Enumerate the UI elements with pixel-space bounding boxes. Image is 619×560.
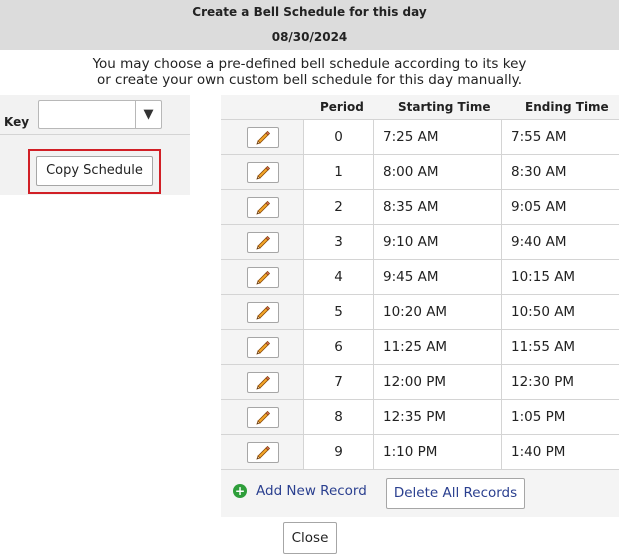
key-select[interactable]: ▼ xyxy=(38,100,162,129)
pencil-icon xyxy=(255,234,272,251)
copy-schedule-button[interactable]: Copy Schedule xyxy=(36,156,153,186)
chevron-down-icon[interactable]: ▼ xyxy=(135,101,161,128)
period-cell: 2 xyxy=(303,190,373,224)
period-cell: 3 xyxy=(303,225,373,259)
ending-time-cell: 10:50 AM xyxy=(501,295,619,329)
pencil-icon xyxy=(255,339,272,356)
starting-time-cell: 9:10 AM xyxy=(373,225,501,259)
add-new-record-label: Add New Record xyxy=(256,483,367,499)
table-row: 8 12:35 PM 1:05 PM xyxy=(221,400,619,435)
plus-circle-icon: + xyxy=(233,484,247,498)
starting-time-cell: 12:00 PM xyxy=(373,365,501,399)
edit-row-button[interactable] xyxy=(247,197,279,218)
pencil-icon xyxy=(255,374,272,391)
delete-all-records-button[interactable]: Delete All Records xyxy=(386,478,525,509)
grid-actions: + Add New Record Delete All Records xyxy=(221,471,619,517)
ending-time-cell: 1:40 PM xyxy=(501,435,619,469)
pencil-icon xyxy=(255,409,272,426)
pencil-icon xyxy=(255,129,272,146)
period-cell: 5 xyxy=(303,295,373,329)
edit-row-button[interactable] xyxy=(247,302,279,323)
intro-line-1: You may choose a pre-defined bell schedu… xyxy=(92,56,527,72)
ending-time-cell: 9:40 AM xyxy=(501,225,619,259)
edit-row-button[interactable] xyxy=(247,162,279,183)
starting-time-cell: 9:45 AM xyxy=(373,260,501,294)
pencil-icon xyxy=(255,269,272,286)
table-row: 5 10:20 AM 10:50 AM xyxy=(221,295,619,330)
ending-time-cell: 7:55 AM xyxy=(501,120,619,154)
ending-time-cell: 1:05 PM xyxy=(501,400,619,434)
schedule-rows: 0 7:25 AM 7:55 AM 1 8:00 AM 8:30 AM 2 8:35 AM 9:… xyxy=(221,120,619,470)
ending-time-cell: 9:05 AM xyxy=(501,190,619,224)
period-cell: 7 xyxy=(303,365,373,399)
period-cell: 9 xyxy=(303,435,373,469)
starting-time-cell: 8:35 AM xyxy=(373,190,501,224)
ending-time-cell: 10:15 AM xyxy=(501,260,619,294)
edit-row-button[interactable] xyxy=(247,442,279,463)
column-header-ending-time: Ending Time xyxy=(525,100,609,114)
starting-time-cell: 7:25 AM xyxy=(373,120,501,154)
table-row: 0 7:25 AM 7:55 AM xyxy=(221,120,619,155)
pencil-icon xyxy=(255,304,272,321)
edit-row-button[interactable] xyxy=(247,127,279,148)
ending-time-cell: 12:30 PM xyxy=(501,365,619,399)
pencil-icon xyxy=(255,164,272,181)
pencil-icon xyxy=(255,444,272,461)
period-cell: 4 xyxy=(303,260,373,294)
starting-time-cell: 8:00 AM xyxy=(373,155,501,189)
starting-time-cell: 1:10 PM xyxy=(373,435,501,469)
pencil-icon xyxy=(255,199,272,216)
key-row: Key ▼ xyxy=(0,95,190,135)
table-row: 4 9:45 AM 10:15 AM xyxy=(221,260,619,295)
ending-time-cell: 11:55 AM xyxy=(501,330,619,364)
close-button[interactable]: Close xyxy=(283,522,337,554)
add-new-record-link[interactable]: + Add New Record xyxy=(233,481,367,501)
key-panel: Key ▼ Copy Schedule xyxy=(0,95,190,195)
column-header-period: Period xyxy=(320,100,364,114)
starting-time-cell: 10:20 AM xyxy=(373,295,501,329)
period-cell: 0 xyxy=(303,120,373,154)
edit-row-button[interactable] xyxy=(247,372,279,393)
schedule-date: 08/30/2024 xyxy=(271,30,348,44)
grid-header: Period Starting Time Ending Time xyxy=(221,95,619,120)
table-row: 6 11:25 AM 11:55 AM xyxy=(221,330,619,365)
intro-text: You may choose a pre-defined bell schedu… xyxy=(0,56,619,88)
dialog-title: Create a Bell Schedule for this day xyxy=(192,5,427,19)
table-row: 9 1:10 PM 1:40 PM xyxy=(221,435,619,470)
column-header-starting-time: Starting Time xyxy=(398,100,491,114)
edit-row-button[interactable] xyxy=(247,407,279,428)
schedule-grid: Period Starting Time Ending Time 0 7:25 A… xyxy=(221,95,619,517)
table-row: 1 8:00 AM 8:30 AM xyxy=(221,155,619,190)
table-row: 7 12:00 PM 12:30 PM xyxy=(221,365,619,400)
intro-line-2: or create your own custom bell schedule … xyxy=(96,72,523,88)
edit-row-button[interactable] xyxy=(247,232,279,253)
edit-row-button[interactable] xyxy=(247,337,279,358)
starting-time-cell: 11:25 AM xyxy=(373,330,501,364)
title-bar: Create a Bell Schedule for this day 08/3… xyxy=(0,0,619,50)
period-cell: 1 xyxy=(303,155,373,189)
table-row: 2 8:35 AM 9:05 AM xyxy=(221,190,619,225)
starting-time-cell: 12:35 PM xyxy=(373,400,501,434)
ending-time-cell: 8:30 AM xyxy=(501,155,619,189)
table-row: 3 9:10 AM 9:40 AM xyxy=(221,225,619,260)
period-cell: 6 xyxy=(303,330,373,364)
period-cell: 8 xyxy=(303,400,373,434)
copy-schedule-highlight: Copy Schedule xyxy=(28,149,161,194)
edit-row-button[interactable] xyxy=(247,267,279,288)
key-label: Key xyxy=(4,115,30,129)
